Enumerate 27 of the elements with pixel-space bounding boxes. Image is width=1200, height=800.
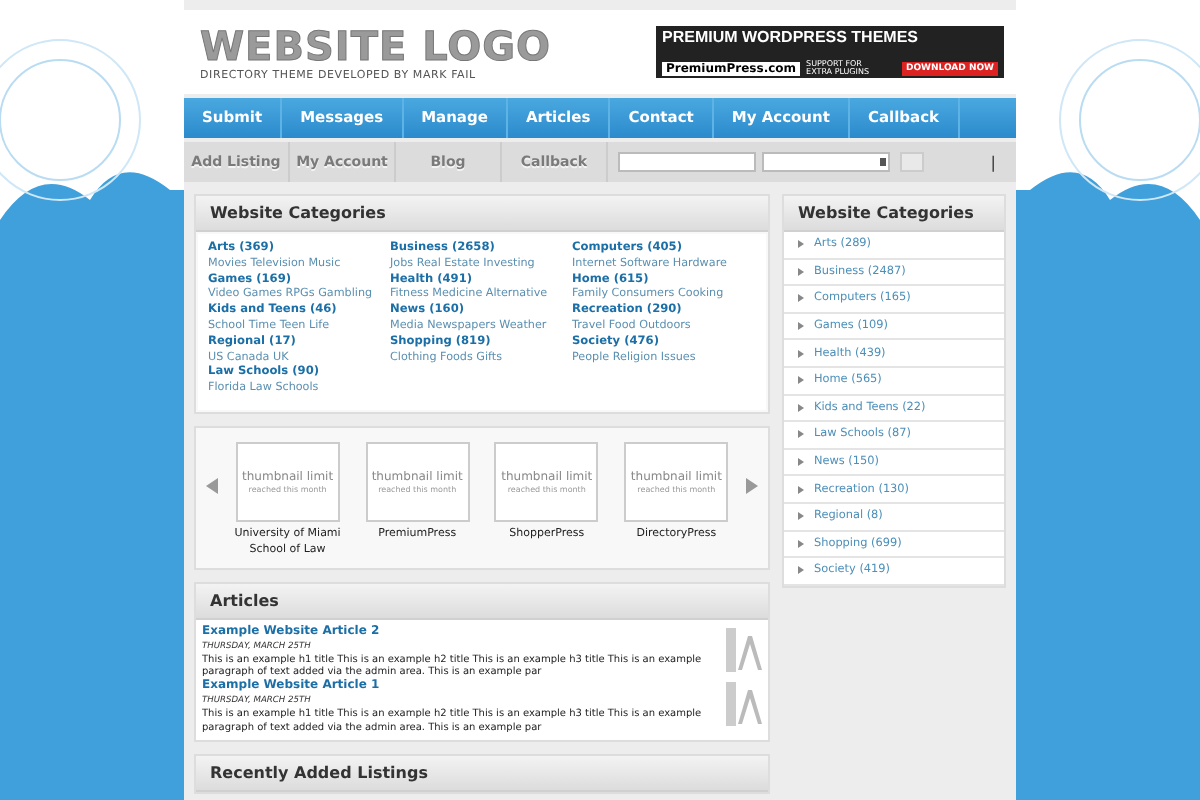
bullet-icon	[798, 566, 804, 575]
article-thumbnail-icon	[726, 682, 762, 727]
panel-title: Website Categories	[196, 196, 768, 232]
banner-title: PREMIUM WORDPRESS THEMES	[662, 28, 921, 46]
bullet-icon	[798, 294, 804, 303]
article-thumbnail-icon	[726, 627, 762, 672]
bullet-icon	[798, 267, 804, 276]
divider-mark: |	[990, 153, 996, 171]
bullet-icon	[798, 376, 804, 385]
next-arrow-icon[interactable]	[745, 477, 758, 494]
bullet-icon	[798, 430, 804, 439]
bullet-icon	[798, 458, 804, 467]
category-select[interactable]	[762, 152, 890, 172]
panel-title: Website Categories	[784, 196, 1004, 232]
previous-arrow-icon[interactable]	[206, 477, 218, 494]
website-logo[interactable]: WEBSITE LOGO	[200, 22, 552, 70]
bullet-icon	[798, 512, 804, 521]
bullet-icon	[798, 539, 804, 548]
bullet-icon	[798, 322, 804, 331]
bullet-icon	[798, 485, 804, 494]
search-button[interactable]	[900, 152, 924, 172]
bullet-icon	[798, 403, 804, 412]
panel-title: Recently Added Listings	[196, 755, 768, 792]
panel-title: Articles	[196, 583, 768, 620]
search-field[interactable]	[618, 152, 756, 172]
bullet-icon	[798, 240, 804, 249]
bullet-icon	[798, 349, 804, 358]
